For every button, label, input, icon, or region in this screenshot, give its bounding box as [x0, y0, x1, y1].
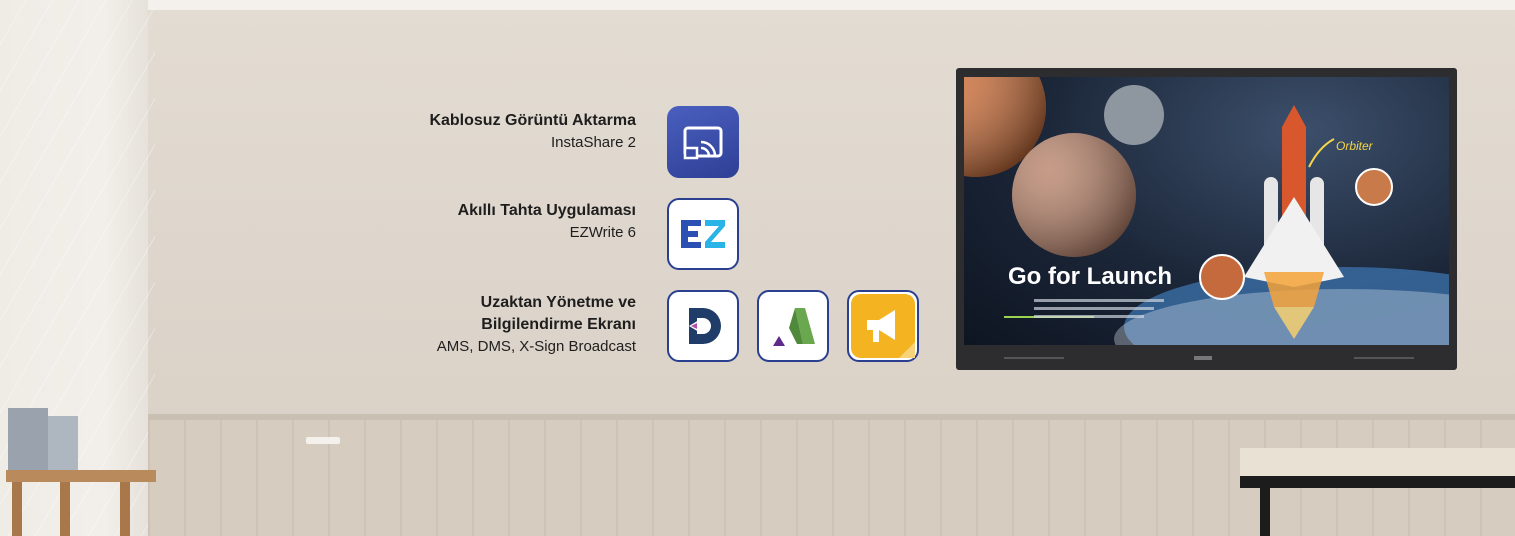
feature-title-line2: Bilgilendirme Ekranı [481, 316, 636, 333]
table-image [1240, 448, 1515, 536]
display-content: Go for Launch Orbiter [964, 77, 1449, 345]
feature-smart-board: Akıllı Tahta Uygulaması EZWrite 6 [300, 200, 636, 243]
xsign-broadcast-icon[interactable] [847, 290, 919, 362]
ezwrite-icon[interactable] [667, 198, 739, 270]
feature-remote-management: Uzaktan Yönetme ve Bilgilendirme Ekranı … [300, 292, 636, 357]
chair-image [6, 408, 156, 536]
interactive-display: Go for Launch Orbiter [956, 68, 1457, 370]
display-bezel-controls [1004, 356, 1414, 360]
feature-wireless-casting: Kablosuz Görüntü Aktarma InstaShare 2 [300, 110, 636, 153]
feature-title: Kablosuz Görüntü Aktarma [429, 112, 636, 129]
ams-icon[interactable] [757, 290, 829, 362]
feature-subtitle: AMS, DMS, X-Sign Broadcast [436, 338, 636, 355]
feature-title: Akıllı Tahta Uygulaması [457, 202, 636, 219]
display-callout: Orbiter [1336, 139, 1373, 153]
ceiling-edge [0, 0, 1515, 10]
feature-title-line1: Uzaktan Yönetme ve [480, 294, 636, 311]
feature-subtitle: InstaShare 2 [550, 134, 636, 151]
dms-icon[interactable] [667, 290, 739, 362]
classroom-scene: Kablosuz Görüntü Aktarma InstaShare 2 Ak… [0, 0, 1515, 536]
display-headline: Go for Launch [1008, 263, 1172, 290]
space-illustration [964, 77, 1449, 345]
instashare-icon[interactable] [667, 106, 739, 178]
wall-outlet [306, 437, 340, 444]
feature-subtitle: EZWrite 6 [569, 224, 636, 241]
